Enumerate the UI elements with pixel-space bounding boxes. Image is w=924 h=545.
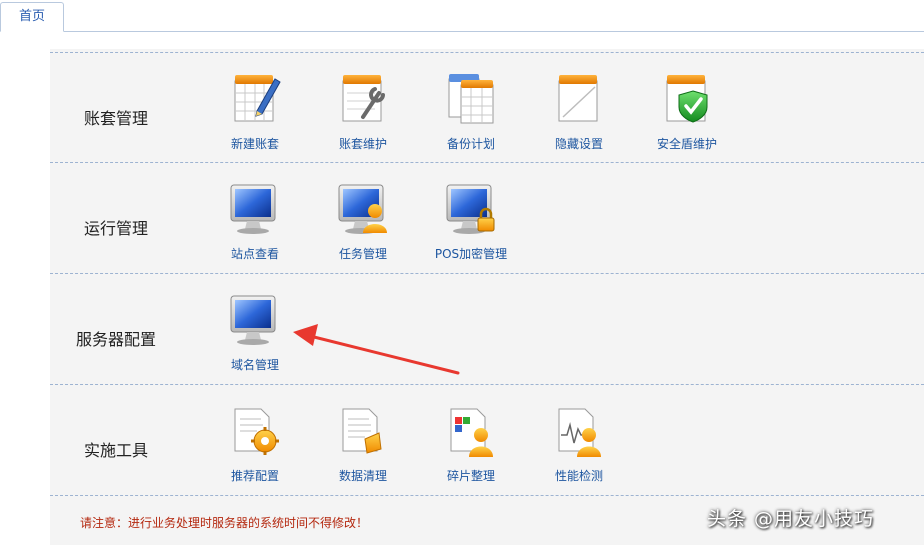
- watermark-text: 头条 @用友小技巧: [707, 508, 875, 530]
- annotation-arrow: [293, 324, 460, 375]
